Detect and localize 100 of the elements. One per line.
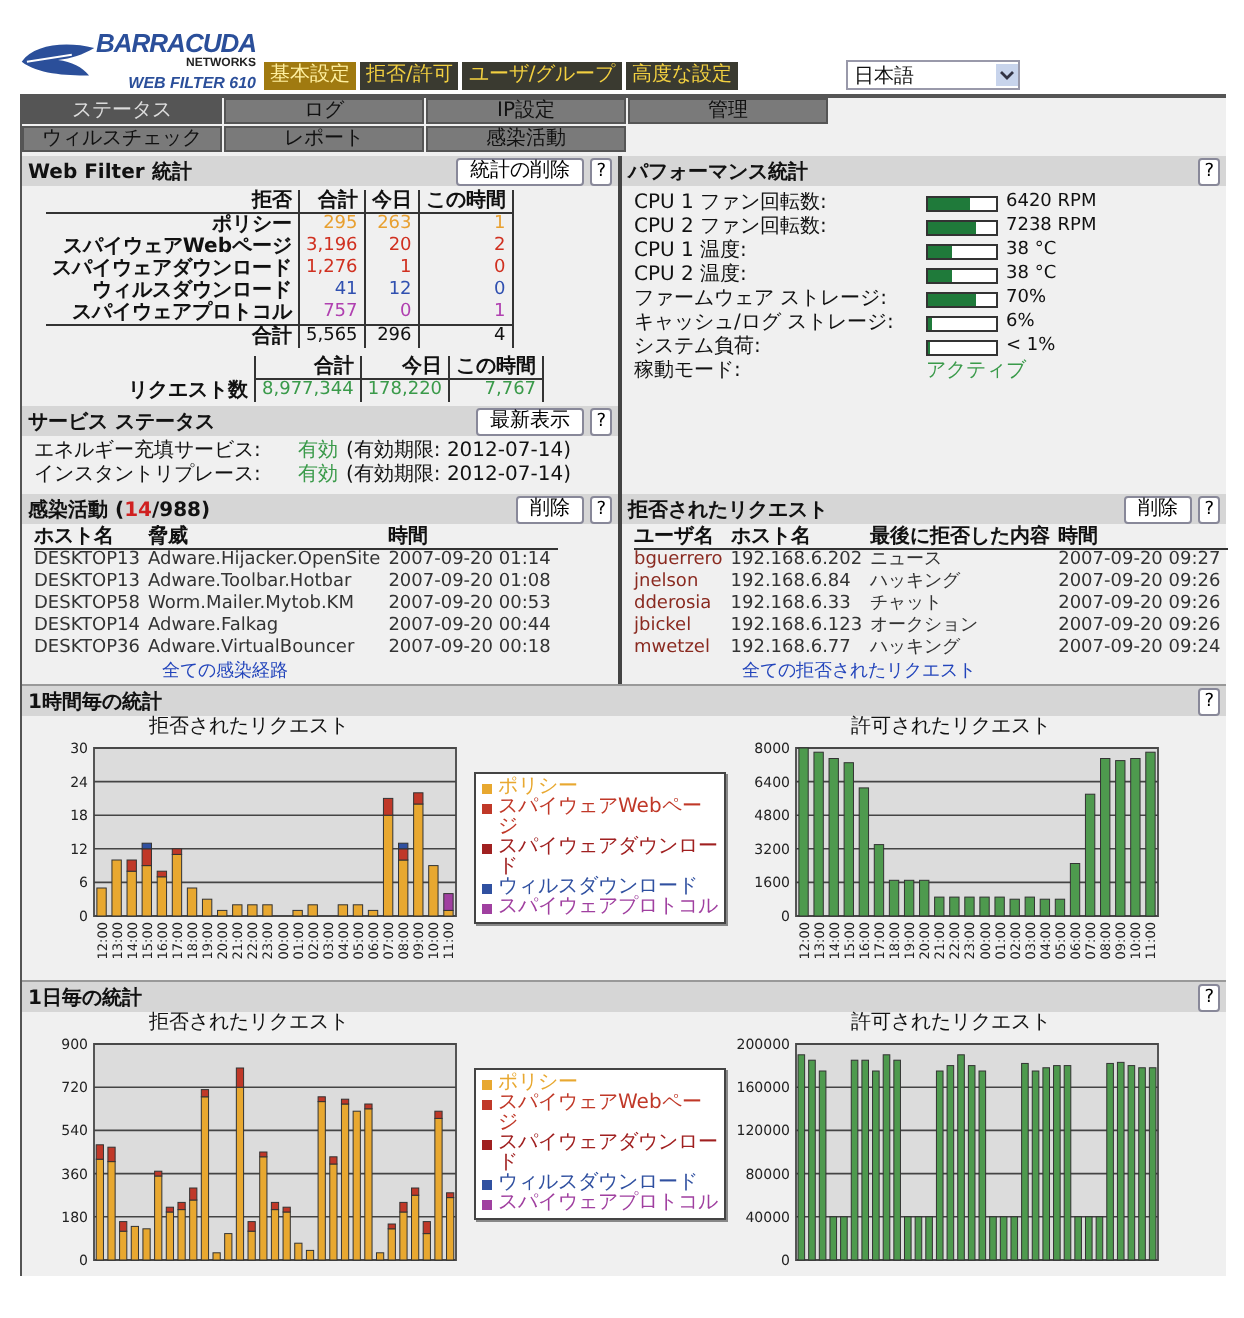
column-header: 拒否 [46, 190, 299, 213]
column-header: 脅威 [148, 526, 389, 549]
legend-label: スパイウェアWebページ [498, 798, 704, 838]
nav-tab[interactable]: ステータス [22, 98, 222, 124]
help-button[interactable]: ? [1198, 157, 1220, 185]
legend-swatch [482, 1140, 492, 1150]
help-button[interactable]: ? [1198, 983, 1220, 1011]
table-cell: 2007-09-20 09:27 [1058, 549, 1229, 572]
chart-title: 拒否されたリクエスト [149, 1012, 349, 1036]
table-cell: 1,276 [299, 258, 365, 280]
delete-button[interactable]: 削除 [1124, 495, 1193, 523]
bar [949, 896, 960, 917]
table-cell: 178,220 [360, 379, 450, 402]
table-cell: 192.168.6.33 [730, 594, 871, 616]
table-cell: 12 [364, 280, 419, 302]
table-cell: DESKTOP13 [34, 549, 148, 572]
bar [247, 904, 258, 917]
table-cell-text: Adware.VirtualBouncer [148, 638, 357, 660]
bar [201, 898, 213, 917]
table-cell-text: チャット [870, 594, 945, 616]
table-cell: jbickel [634, 616, 731, 638]
legend-swatch [482, 884, 492, 894]
view-all-link[interactable]: 全ての拒否されたリクエスト [742, 662, 976, 682]
table-cell: ニュース [870, 549, 1059, 572]
table-cell: 2007-09-20 01:14 [388, 549, 559, 572]
nav-tab[interactable]: ログ [224, 98, 424, 124]
bar [1024, 896, 1035, 917]
main-tab[interactable]: 高度な設定 [625, 62, 738, 90]
service-label: インスタントリプレース: [34, 464, 263, 488]
metric-label: キャッシュ/ログ ストレージ: [634, 312, 896, 334]
column-header: ホスト名 [34, 526, 148, 549]
legend-label: スパイウェアダウンロード [498, 838, 718, 878]
bar [217, 909, 228, 917]
bar [1054, 898, 1066, 917]
bar [1084, 793, 1096, 917]
bar [1039, 898, 1051, 917]
column-header: 時間 [1058, 526, 1229, 549]
legend-swatch [482, 804, 492, 814]
metric-reading: 6420 RPM [1006, 192, 1097, 214]
table-cell-text: Worm.Mailer.Mytob.KM [148, 594, 356, 616]
service-status: 有効 [298, 440, 338, 463]
metric-reading: < 1% [1006, 336, 1056, 358]
help-button[interactable]: ? [1198, 495, 1220, 523]
column-header: 最後に拒否した内容 [870, 526, 1059, 549]
clear-stats-button[interactable]: 統計の削除 [456, 157, 585, 185]
column-header: 今日 [360, 356, 450, 379]
language-select[interactable]: 日本語 [845, 60, 1020, 90]
help-button[interactable]: ? [590, 407, 612, 435]
section-title: 1時間毎の統計 [28, 689, 162, 715]
bar [111, 859, 122, 917]
table-cell: 3,196 [299, 236, 365, 258]
column-header: 合計 [299, 190, 365, 213]
bar [352, 904, 364, 917]
section-title: 拒否されたリクエスト [628, 497, 828, 523]
table-cell: 2 [418, 236, 513, 258]
legend-label: スパイウェアWebページ [498, 1094, 704, 1134]
nav-tab[interactable]: ウィルスチェック [22, 126, 222, 152]
table-cell-text: mwetzel [634, 638, 712, 660]
metric-label: 稼動モード: [634, 360, 743, 382]
refresh-button[interactable]: 最新表示 [476, 407, 585, 435]
metric-label: CPU 1 ファン回転数: [634, 192, 829, 214]
legend-label: ポリシー [498, 1074, 578, 1094]
bar [337, 904, 349, 917]
help-button[interactable]: ? [590, 157, 612, 185]
legend-label: ウィルスダウンロード [498, 1174, 698, 1194]
expiry-date: (有効期限: 2012-07-14) [346, 440, 571, 463]
metric-label: CPU 1 温度: [634, 240, 749, 262]
row-label: 合計 [46, 325, 299, 348]
chart-title: 許可されたリクエスト [851, 1012, 1051, 1036]
table-cell: 263 [364, 213, 419, 236]
nav-tab[interactable]: レポート [224, 126, 424, 152]
chart-title: 許可されたリクエスト [851, 716, 1051, 740]
main-tab[interactable]: 基本設定 [264, 62, 356, 90]
help-button[interactable]: ? [1198, 687, 1220, 715]
bar [96, 887, 107, 917]
service-label: エネルギー充填サービス: [34, 440, 263, 463]
help-button[interactable]: ? [590, 495, 612, 523]
caret-icon [995, 64, 1018, 86]
nav-tab[interactable]: IP設定 [426, 98, 626, 124]
table-cell: 192.168.6.202 [730, 549, 871, 572]
main-tab[interactable]: ユーザ/グループ [462, 62, 622, 90]
section-title: Web Filter 統計 [28, 159, 192, 185]
nav-tab[interactable]: 感染活動 [426, 126, 626, 152]
bar [888, 879, 900, 917]
bar [934, 896, 945, 917]
metric-reading: 38 °C [1006, 264, 1057, 286]
table-cell: 7,767 [449, 379, 544, 402]
delete-button[interactable]: 削除 [516, 495, 585, 523]
legend-swatch [482, 1080, 492, 1090]
nav-tab[interactable]: 管理 [628, 98, 828, 124]
main-tab[interactable]: 拒否/許可 [360, 62, 459, 90]
table-cell: DESKTOP58 [34, 594, 148, 616]
view-all-link[interactable]: 全ての感染経路 [162, 662, 288, 682]
table-cell-text: オークション [870, 616, 981, 638]
column-header: ホスト名 [730, 526, 871, 549]
row-label: スパイウェアWebページ [46, 236, 299, 258]
mode-status: アクティブ [926, 360, 1026, 382]
metric-label: CPU 2 ファン回転数: [634, 216, 829, 238]
section-title: サービス ステータス [28, 409, 215, 435]
expiry-date: (有効期限: 2012-07-14) [346, 464, 571, 488]
